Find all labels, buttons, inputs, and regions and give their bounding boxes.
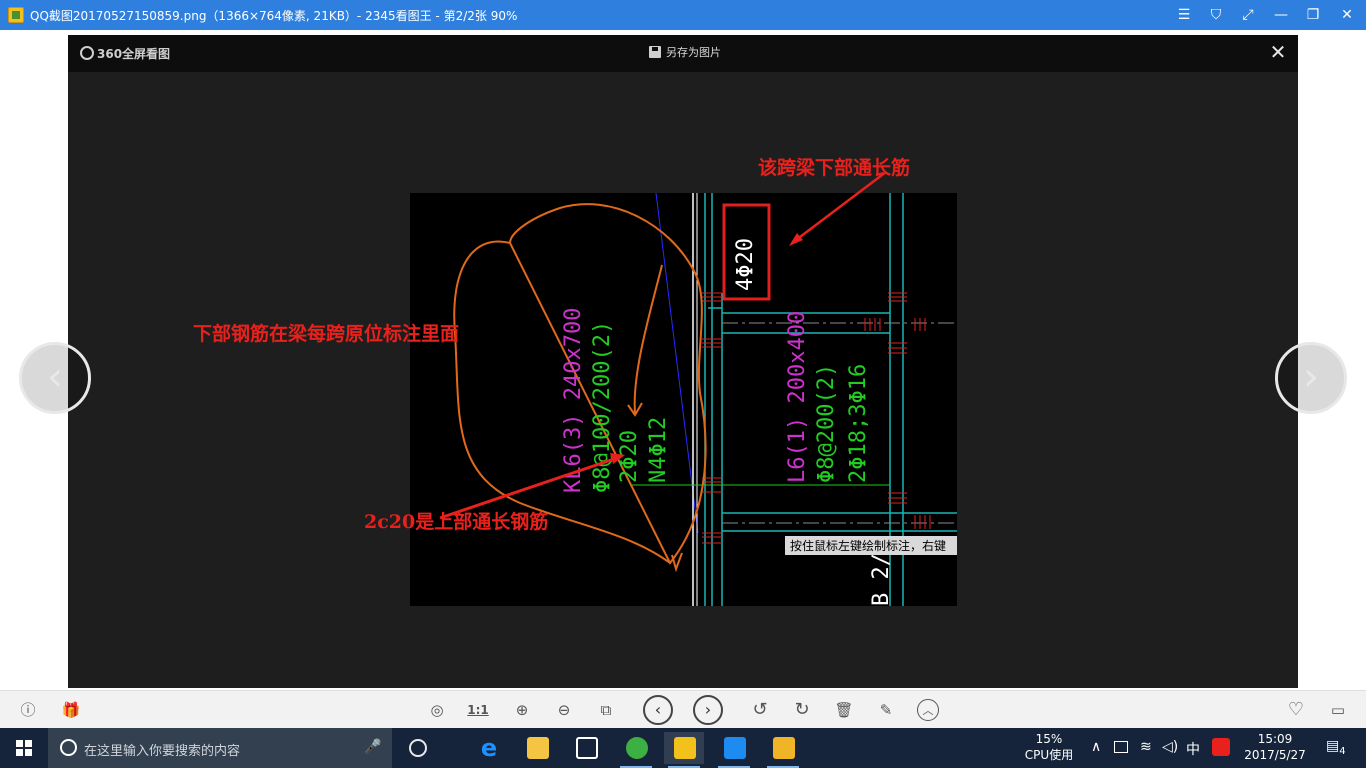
taskbar-app-notes[interactable] (763, 732, 803, 768)
zoom-in-icon[interactable]: ⊕ (511, 699, 533, 721)
search-placeholder: 在这里输入你要搜索的内容 (84, 744, 241, 759)
notes-app-icon (773, 737, 795, 759)
blue-app-icon (724, 737, 746, 759)
prev-image-button[interactable]: ‹ (643, 695, 673, 725)
note-top-through-bar: 2c20是上部通长钢筋 (364, 511, 549, 533)
info-icon[interactable]: ⓘ (17, 699, 39, 721)
browser-icon (626, 737, 648, 759)
assist-icon (409, 739, 427, 757)
favorite-icon[interactable]: ♡ (1285, 699, 1307, 721)
rotate-right-icon[interactable]: ↻ (791, 699, 813, 721)
folder-explorer-icon (527, 737, 549, 759)
clock-time: 15:09 (1257, 732, 1293, 746)
taskbar-app-assist[interactable] (398, 732, 438, 764)
battery-icon[interactable] (1114, 741, 1128, 753)
taskbar-app-store[interactable] (566, 732, 606, 764)
next-image-button-toolbar[interactable]: › (693, 695, 723, 725)
windows-taskbar: 在这里输入你要搜索的内容 🎤 e 15% CPU使用 ∧ ≋ ◁) 中 15:0… (0, 728, 1366, 768)
cpu-percent: 15% (1035, 732, 1063, 746)
mouse-mode-icon[interactable]: ◎ (426, 699, 448, 721)
store-icon (576, 737, 598, 759)
edge-icon: e (480, 734, 498, 762)
actual-size-button[interactable]: 1:1 (467, 699, 489, 721)
notification-center-icon[interactable]: ▤4 (1326, 738, 1346, 757)
volume-icon[interactable]: ◁) (1162, 739, 1178, 755)
slideshow-icon[interactable]: ⧉ (595, 699, 617, 721)
viewer-toolbar: ⓘ 🎁 ◎ 1:1 ⊕ ⊖ ⧉ ‹ › ↺ ↻ 🗑 ✎ ︿ ♡ ▭ (0, 690, 1366, 728)
cpu-label: CPU使用 (1024, 748, 1074, 762)
note-bottom-through-bar: 该跨梁下部通长筋 (758, 157, 911, 179)
tray-expand-icon[interactable]: ∧ (1091, 739, 1101, 755)
taskbar-clock[interactable]: 15:09 2017/5/27 (1244, 731, 1306, 763)
zoom-out-icon[interactable]: ⊖ (553, 699, 575, 721)
notification-count: 4 (1339, 746, 1346, 757)
start-button[interactable] (0, 728, 48, 768)
taskbar-app-browser[interactable] (616, 732, 656, 768)
taskbar-app-edge[interactable]: e (468, 732, 508, 764)
cortana-icon (60, 739, 77, 756)
clock-date: 2017/5/27 (1244, 748, 1306, 762)
rotate-left-icon[interactable]: ↺ (749, 699, 771, 721)
ime-indicator[interactable]: 中 (1186, 739, 1200, 759)
delete-icon[interactable]: 🗑 (833, 699, 855, 721)
arrow-top (791, 171, 887, 244)
gift-icon[interactable]: 🎁 (60, 699, 82, 721)
image-viewer-icon (674, 737, 696, 759)
microphone-icon[interactable]: 🎤 (364, 739, 381, 757)
taskbar-app-blue[interactable] (714, 732, 754, 768)
note-bottom-rebar-location: 下部钢筋在梁每跨原位标注里面 (193, 323, 460, 345)
windows-logo-icon (16, 740, 23, 747)
edit-icon[interactable]: ✎ (875, 699, 897, 721)
annotation-arrows (439, 171, 887, 520)
taskbar-app-image-viewer[interactable] (664, 732, 704, 768)
sogou-ime-icon[interactable] (1212, 738, 1230, 756)
wifi-icon[interactable]: ≋ (1140, 739, 1152, 755)
folder-icon[interactable]: ▭ (1327, 699, 1349, 721)
more-icon[interactable]: ︿ (917, 699, 939, 721)
cpu-usage-widget[interactable]: 15% CPU使用 (1022, 731, 1076, 763)
taskbar-app-explorer[interactable] (517, 732, 557, 764)
